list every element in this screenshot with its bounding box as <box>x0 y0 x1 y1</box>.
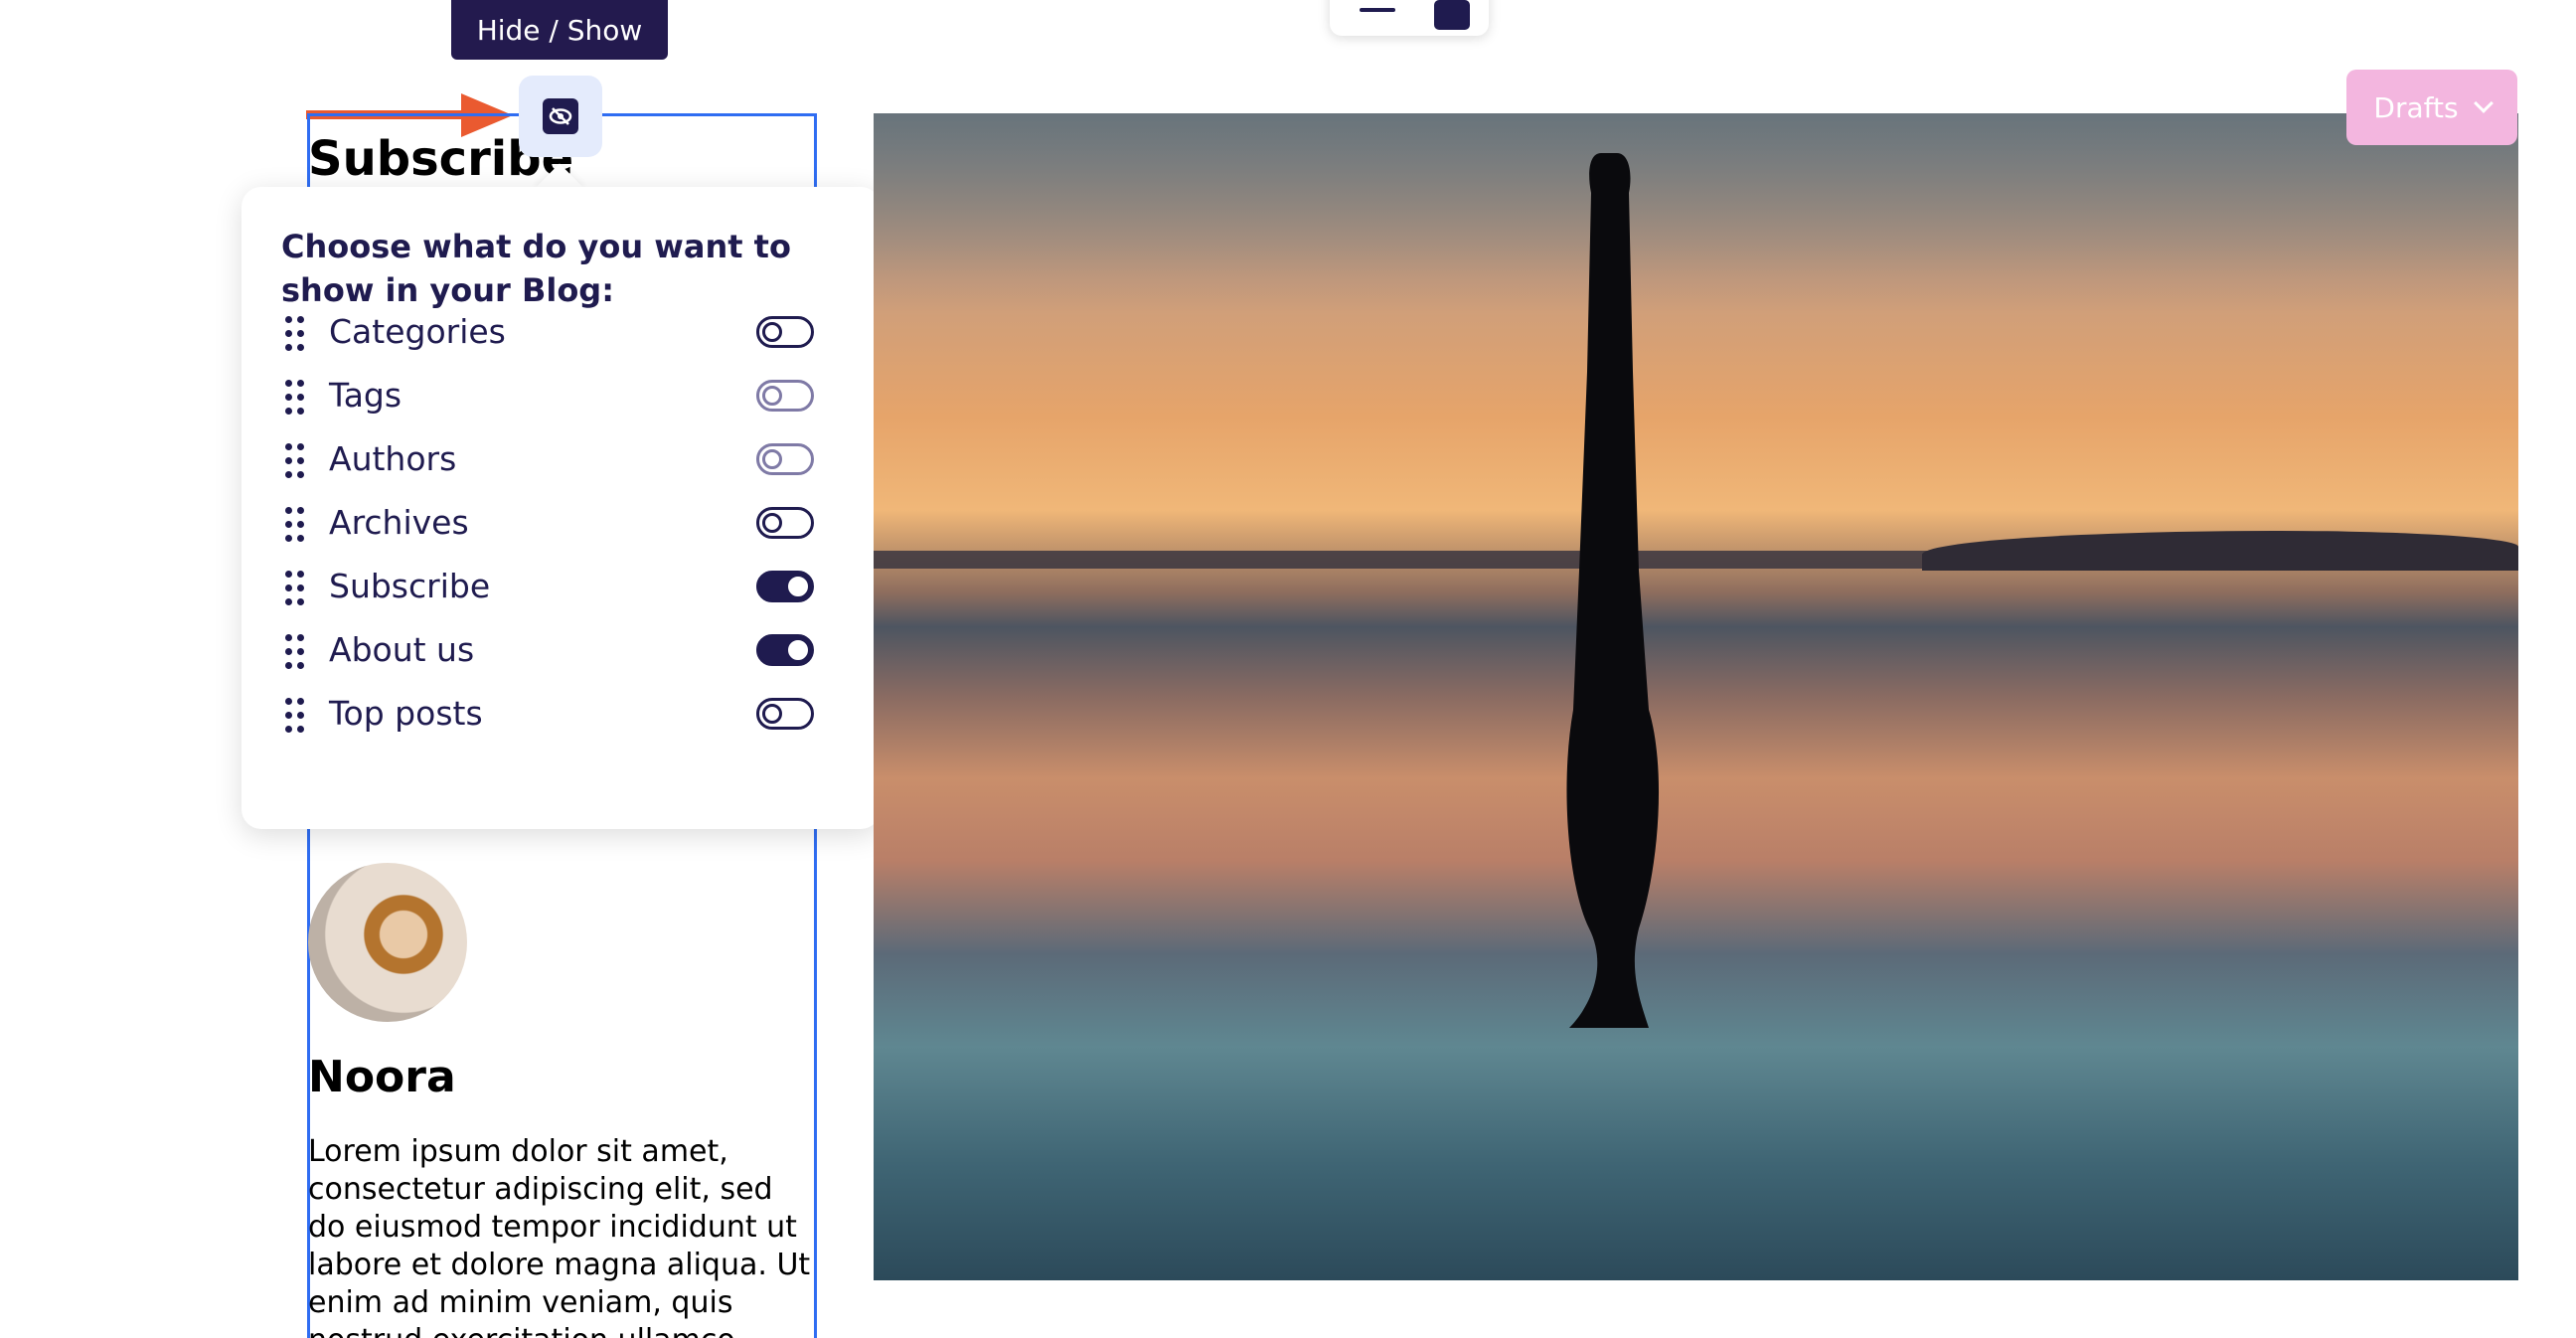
drag-handle-icon[interactable] <box>285 380 307 418</box>
option-row[interactable]: Top posts <box>281 690 818 740</box>
drag-handle-icon[interactable] <box>285 507 307 545</box>
headstand-silhouette <box>1566 153 1660 1028</box>
option-row[interactable]: Tags <box>281 372 818 421</box>
toggle-knob <box>762 386 782 406</box>
toggle-knob <box>762 322 782 342</box>
drafts-dropdown[interactable]: Drafts <box>2346 70 2517 145</box>
chevron-down-icon <box>2473 93 2494 113</box>
option-toggle[interactable] <box>756 634 814 666</box>
option-row[interactable]: Archives <box>281 499 818 549</box>
option-label: Top posts <box>329 694 483 733</box>
drag-handle-icon[interactable] <box>285 443 307 481</box>
hero-clouds <box>874 113 2518 312</box>
option-label: Categories <box>329 312 506 351</box>
hero-island <box>1922 531 2518 571</box>
option-label: Subscribe <box>329 567 491 605</box>
option-toggle[interactable] <box>756 698 814 730</box>
toggle-knob <box>762 704 782 724</box>
toggle-knob <box>762 449 782 469</box>
option-label: Tags <box>329 376 402 415</box>
hide-show-tooltip: Hide / Show <box>451 0 668 60</box>
hero-image[interactable] <box>874 113 2518 1280</box>
image-icon[interactable] <box>1434 0 1470 30</box>
drag-handle-icon[interactable] <box>285 698 307 736</box>
top-toolbar <box>1330 0 1489 36</box>
option-label: About us <box>329 630 475 669</box>
option-row[interactable]: Categories <box>281 308 818 358</box>
eye-slash-icon <box>543 98 578 134</box>
hide-show-button[interactable] <box>519 76 602 157</box>
author-avatar <box>308 863 467 1022</box>
option-toggle[interactable] <box>756 507 814 539</box>
toggle-knob <box>762 513 782 533</box>
option-label: Authors <box>329 439 457 478</box>
option-row[interactable]: Authors <box>281 435 818 485</box>
author-name: Noora <box>308 1052 456 1102</box>
toggle-knob <box>788 577 808 596</box>
align-icon[interactable] <box>1360 8 1399 22</box>
drag-handle-icon[interactable] <box>285 571 307 608</box>
panel-title: Choose what do you want to show in your … <box>281 228 791 309</box>
option-toggle[interactable] <box>756 380 814 412</box>
drag-handle-icon[interactable] <box>285 634 307 672</box>
option-label: Archives <box>329 503 469 542</box>
option-toggle[interactable] <box>756 443 814 475</box>
option-row[interactable]: Subscribe <box>281 563 818 612</box>
author-bio: Lorem ipsum dolor sit amet, consectetur … <box>308 1134 811 1338</box>
drafts-label: Drafts <box>2373 90 2459 124</box>
option-toggle[interactable] <box>756 571 814 602</box>
option-row[interactable]: About us <box>281 626 818 676</box>
drag-handle-icon[interactable] <box>285 316 307 354</box>
toggle-knob <box>788 640 808 660</box>
visibility-panel: Choose what do you want to show in your … <box>242 187 881 829</box>
option-toggle[interactable] <box>756 316 814 348</box>
